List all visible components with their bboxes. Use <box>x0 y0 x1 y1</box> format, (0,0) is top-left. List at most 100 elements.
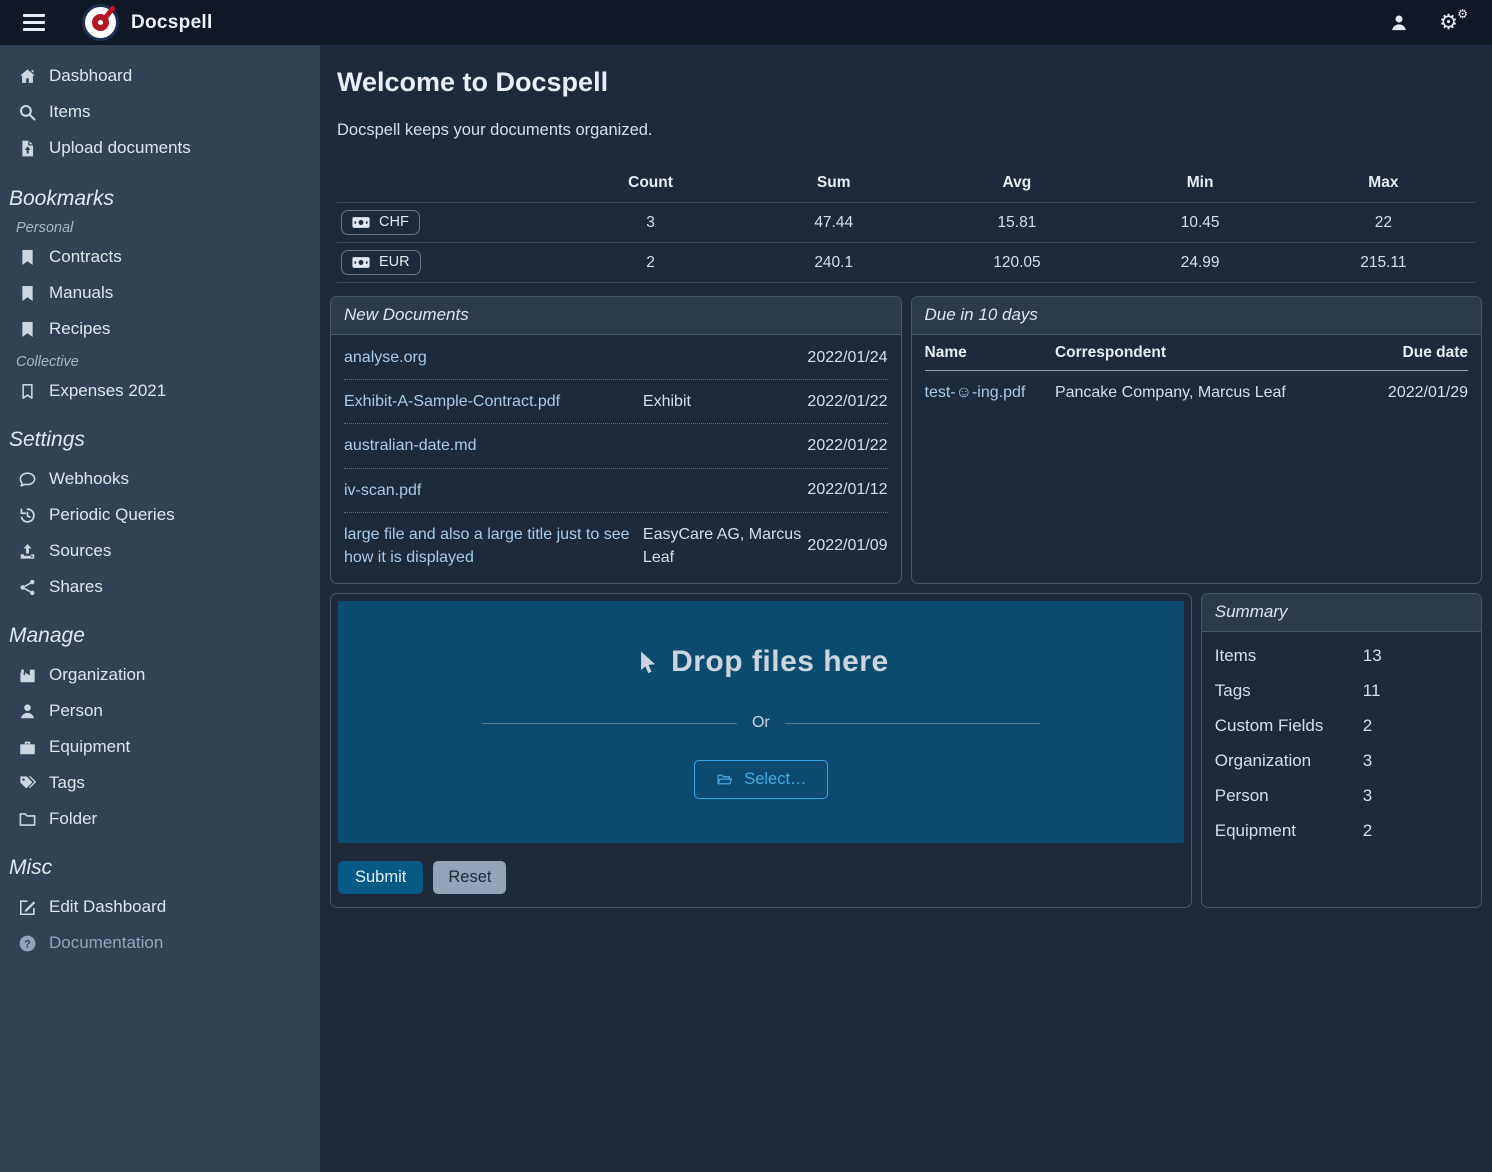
table-row: test-☺-ing.pdf Pancake Company, Marcus L… <box>925 371 1469 416</box>
stat-value: 240.1 <box>742 243 925 283</box>
stat-value: 22 <box>1292 203 1475 243</box>
due-panel: Due in 10 days Name Correspondent Due da… <box>911 296 1483 584</box>
list-item: large file and also a large title just t… <box>344 513 888 579</box>
summary-row: Tags 11 <box>1215 674 1468 709</box>
stats-col-max: Max <box>1292 165 1475 203</box>
top-navbar: Docspell ⚙⚙ <box>0 0 1492 45</box>
document-date: 2022/01/22 <box>807 437 887 455</box>
due-table: Name Correspondent Due date test-☺-ing.p… <box>925 335 1469 415</box>
edit-icon <box>18 898 37 917</box>
sidebar-item-edit-dashboard[interactable]: Edit Dashboard <box>0 889 320 925</box>
industry-icon <box>18 666 37 685</box>
currency-stats-table: Count Sum Avg Min Max CHF 3 47.44 15.81 … <box>337 165 1475 283</box>
sidebar-item-items[interactable]: Items <box>0 94 320 130</box>
app-title: Docspell <box>131 12 213 34</box>
due-col-name: Name <box>925 335 1055 371</box>
sidebar-item-recipes[interactable]: Recipes <box>0 311 320 347</box>
sidebar-item-label: Person <box>49 701 103 721</box>
correspondent-value: Pancake Company, Marcus Leaf <box>1055 371 1343 416</box>
stat-value: 47.44 <box>742 203 925 243</box>
sidebar-item-webhooks[interactable]: Webhooks <box>0 461 320 497</box>
sidebar-item-organization[interactable]: Organization <box>0 657 320 693</box>
sidebar-item-person[interactable]: Person <box>0 693 320 729</box>
sidebar-section-misc: Misc <box>0 856 320 880</box>
due-col-due-date: Due date <box>1343 335 1468 371</box>
submit-button[interactable]: Submit <box>338 861 423 894</box>
document-date: 2022/01/22 <box>807 393 887 411</box>
sidebar-item-label: Organization <box>49 665 145 685</box>
panel-title: Due in 10 days <box>912 297 1482 335</box>
drop-files-zone[interactable]: Drop files here Or Select… <box>338 601 1184 843</box>
document-link[interactable]: test-☺-ing.pdf <box>925 384 1026 401</box>
document-link[interactable]: large file and also a large title just t… <box>344 523 643 569</box>
stat-value: 3 <box>559 203 742 243</box>
sidebar-item-label: Upload documents <box>49 138 191 158</box>
stats-col-min: Min <box>1109 165 1292 203</box>
home-icon <box>18 67 37 86</box>
user-account-icon[interactable] <box>1389 13 1409 33</box>
share-nodes-icon <box>18 578 37 597</box>
sidebar-item-contracts[interactable]: Contracts <box>0 239 320 275</box>
sidebar-item-tags[interactable]: Tags <box>0 765 320 801</box>
due-date-value: 2022/01/29 <box>1343 371 1468 416</box>
sidebar-item-expenses-2021[interactable]: Expenses 2021 <box>0 373 320 409</box>
stat-value: 10.45 <box>1109 203 1292 243</box>
summary-value: 3 <box>1363 751 1372 771</box>
hamburger-menu-icon[interactable] <box>23 14 45 31</box>
summary-label: Person <box>1215 786 1363 806</box>
gears-settings-icon[interactable]: ⚙⚙ <box>1439 12 1466 33</box>
money-bill-icon-label: CHF <box>379 214 409 230</box>
sidebar-item-label: Expenses 2021 <box>49 381 166 401</box>
summary-row: Custom Fields 2 <box>1215 709 1468 744</box>
sidebar-item-label: Items <box>49 102 91 122</box>
sidebar-item-label: Manuals <box>49 283 113 303</box>
currency-badge-eur: EUR <box>341 250 421 275</box>
logo-stem <box>103 5 116 20</box>
document-link[interactable]: iv-scan.pdf <box>344 479 643 502</box>
stat-value: 2 <box>559 243 742 283</box>
document-date: 2022/01/09 <box>807 537 887 555</box>
summary-value: 2 <box>1363 716 1372 736</box>
summary-value: 3 <box>1363 786 1372 806</box>
document-link[interactable]: analyse.org <box>344 346 643 369</box>
sidebar-item-label: Documentation <box>49 933 163 953</box>
or-label: Or <box>752 714 770 732</box>
docspell-logo[interactable] <box>82 4 119 41</box>
bookmark-icon <box>18 284 37 303</box>
upload-panel: Drop files here Or Select… <box>330 593 1192 908</box>
summary-row: Organization 3 <box>1215 744 1468 779</box>
sidebar-item-periodic-queries[interactable]: Periodic Queries <box>0 497 320 533</box>
sidebar-item-upload-documents[interactable]: Upload documents <box>0 130 320 166</box>
sidebar-item-folder[interactable]: Folder <box>0 801 320 837</box>
sidebar-item-equipment[interactable]: Equipment <box>0 729 320 765</box>
sidebar-item-label: Webhooks <box>49 469 129 489</box>
reset-button[interactable]: Reset <box>433 861 506 894</box>
list-item: Exhibit-A-Sample-Contract.pdf Exhibit 20… <box>344 380 888 424</box>
bookmark-icon <box>18 248 37 267</box>
stat-value: 120.05 <box>925 243 1108 283</box>
summary-value: 11 <box>1363 681 1381 701</box>
document-link[interactable]: Exhibit-A-Sample-Contract.pdf <box>344 390 643 413</box>
file-upload-icon <box>18 139 37 158</box>
document-date: 2022/01/12 <box>807 481 887 499</box>
sidebar-item-sources[interactable]: Sources <box>0 533 320 569</box>
bookmarks-group-collective: Collective <box>0 354 320 370</box>
summary-row: Person 3 <box>1215 779 1468 814</box>
list-item: analyse.org 2022/01/24 <box>344 336 888 380</box>
svg-text:?: ? <box>24 938 31 950</box>
main-content: Welcome to Docspell Docspell keeps your … <box>320 45 1492 1172</box>
sidebar-section-settings: Settings <box>0 428 320 452</box>
table-row: EUR 2 240.1 120.05 24.99 215.11 <box>337 243 1475 283</box>
select-files-label: Select… <box>744 770 806 789</box>
sidebar-section-bookmarks: Bookmarks <box>0 187 320 211</box>
sidebar-item-shares[interactable]: Shares <box>0 569 320 605</box>
sidebar-item-dashboard[interactable]: Dasbhoard <box>0 58 320 94</box>
mouse-pointer-icon <box>633 649 660 676</box>
select-files-button[interactable]: Select… <box>694 760 827 799</box>
sidebar-item-manuals[interactable]: Manuals <box>0 275 320 311</box>
sidebar-item-documentation[interactable]: ? Documentation <box>0 925 320 961</box>
due-header-row: Name Correspondent Due date <box>925 335 1469 371</box>
sidebar-item-label: Periodic Queries <box>49 505 175 525</box>
document-link[interactable]: australian-date.md <box>344 434 643 457</box>
summary-row: Items 13 <box>1215 639 1468 674</box>
